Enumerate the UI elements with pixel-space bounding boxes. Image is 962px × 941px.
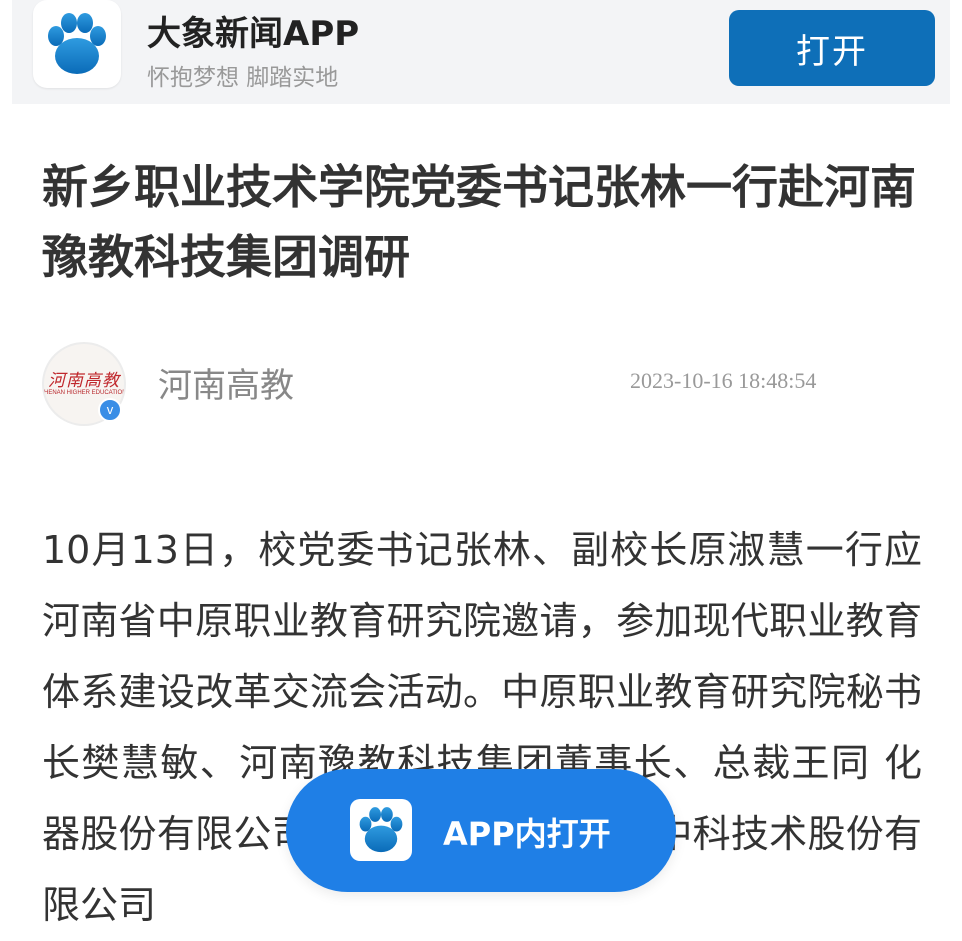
publish-datetime: 2023-10-16 18:48:54 [630,368,817,393]
app-slogan: 怀抱梦想 脚踏实地 [147,65,339,91]
open-in-app-label: APP内打开 [443,815,611,853]
article-title: 新乡职业技术学院党委书记张林一行赴河南豫教科技集团调研 [42,160,916,284]
app-logo-small [350,799,412,861]
app-name: 大象新闻APP [147,14,360,54]
avatar-logo-subtext: HENAN HIGHER EDUCATION [44,390,124,396]
paw-icon [48,13,106,74]
app-download-banner[interactable]: 大象新闻APP 怀抱梦想 脚踏实地 打开 [12,0,950,104]
app-logo[interactable] [33,0,121,88]
avatar-logo-text: 河南高教 [48,371,120,391]
author-name[interactable]: 河南高教 [158,358,294,407]
open-in-app-button[interactable]: APP内打开 [286,769,676,892]
paw-icon [359,807,403,853]
author-avatar[interactable]: 河南高教 HENAN HIGHER EDUCATION v [42,342,126,426]
open-app-button[interactable]: 打开 [729,10,935,86]
verified-icon: v [98,398,122,422]
